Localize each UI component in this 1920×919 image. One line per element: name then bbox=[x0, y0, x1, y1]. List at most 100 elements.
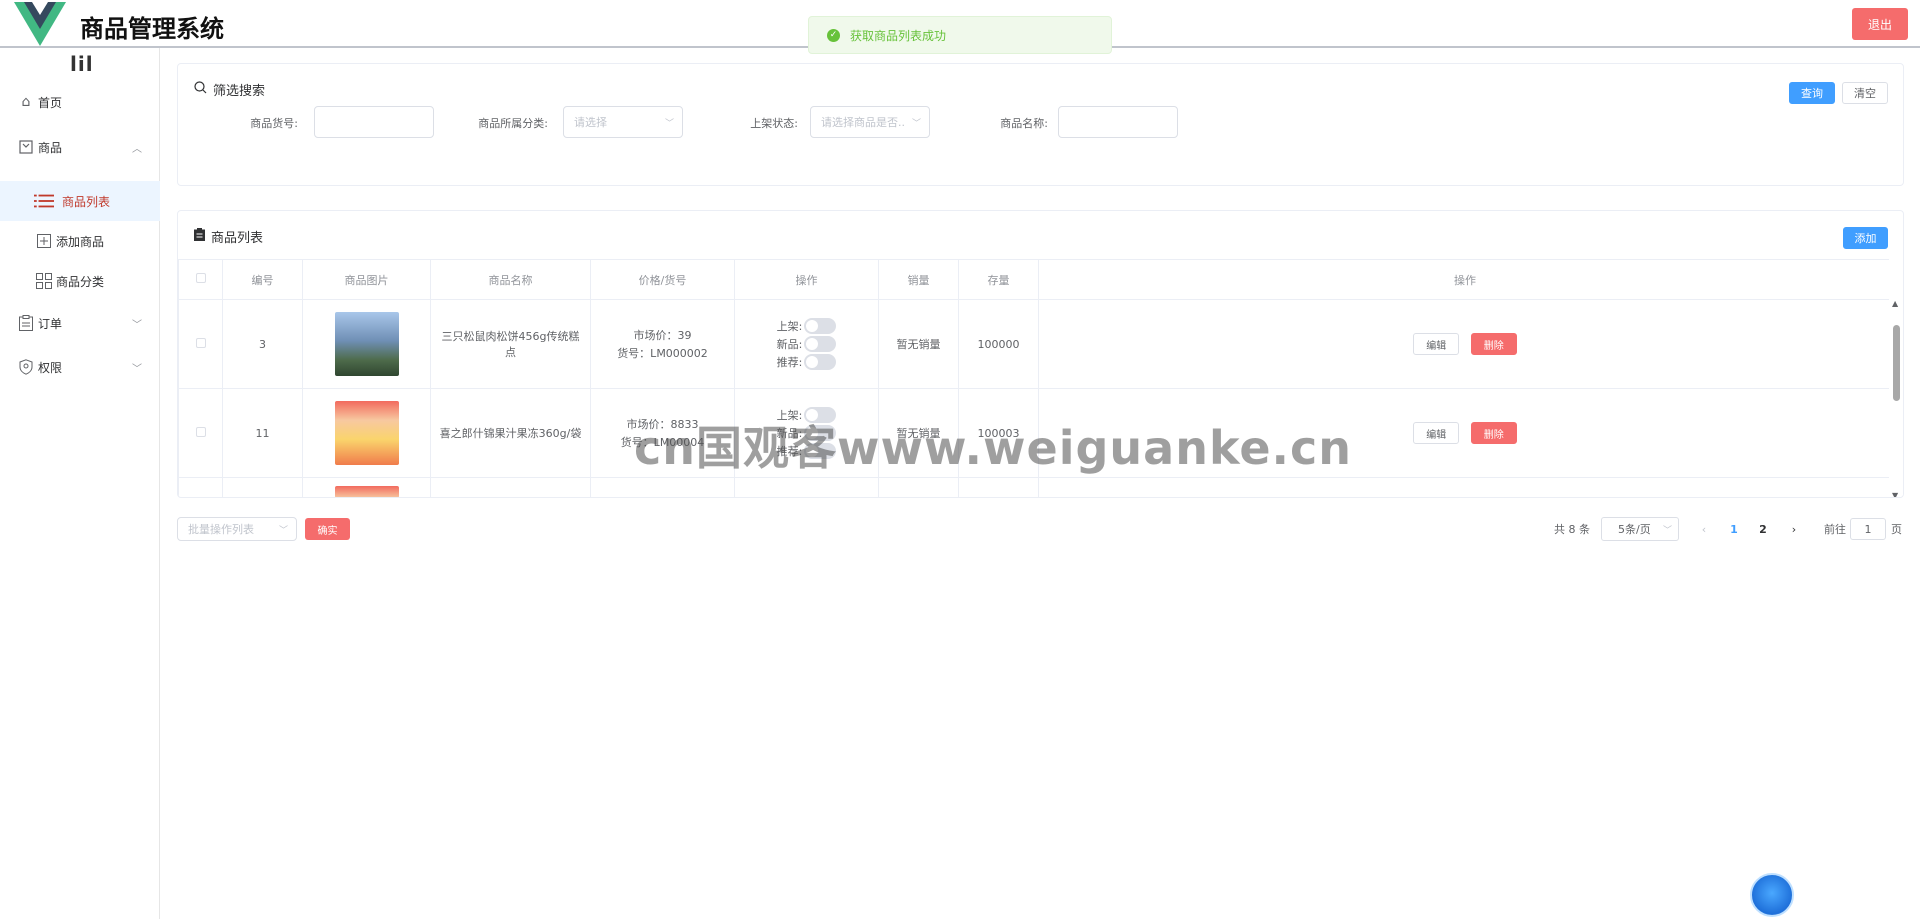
scroll-up-icon[interactable]: ▲ bbox=[1892, 299, 1898, 308]
column-header: 操作 bbox=[1038, 259, 1892, 300]
row-sales bbox=[878, 477, 959, 497]
query-button[interactable]: 查询 bbox=[1789, 82, 1835, 104]
scroll-down-icon[interactable]: ▼ bbox=[1892, 491, 1898, 497]
chevron-down-icon: ﹀ bbox=[911, 118, 921, 129]
sku-input[interactable] bbox=[314, 106, 434, 138]
new-switch[interactable] bbox=[804, 336, 837, 352]
name-label: 商品名称: bbox=[1000, 117, 1048, 130]
status-placeholder: 请选择商品是否.. bbox=[821, 116, 905, 129]
sidebar-subitem-add-product[interactable]: 添加商品 bbox=[0, 221, 160, 261]
clear-button[interactable]: 清空 bbox=[1842, 82, 1888, 104]
sidebar-item-home[interactable]: ⌂ 首页 bbox=[0, 82, 160, 122]
column-header: 编号 bbox=[222, 259, 303, 300]
add-icon bbox=[34, 233, 54, 249]
success-toast: ✓ 获取商品列表成功 bbox=[808, 16, 1112, 54]
select-all-cell[interactable] bbox=[178, 259, 223, 300]
sidebar-item-product[interactable]: 商品 ︿ bbox=[0, 127, 160, 167]
on-shelf-switch[interactable] bbox=[804, 318, 837, 334]
column-header: 销量 bbox=[878, 259, 959, 300]
logout-button[interactable]: 退出 bbox=[1852, 8, 1908, 40]
page-number-2[interactable]: 2 bbox=[1751, 517, 1775, 541]
page-number-1[interactable]: 1 bbox=[1722, 517, 1746, 541]
sidebar-item-label: 权限 bbox=[38, 360, 63, 375]
sidebar-item-label: 商品 bbox=[38, 140, 63, 155]
row-name bbox=[430, 477, 591, 497]
category-select[interactable]: 请选择 ﹀ bbox=[563, 106, 683, 138]
batch-confirm-button[interactable]: 确实 bbox=[305, 518, 350, 540]
next-page-icon[interactable]: › bbox=[1782, 517, 1806, 541]
batch-operation-select[interactable]: 批量操作列表 ﹀ bbox=[177, 517, 297, 541]
edit-button[interactable]: 编辑 bbox=[1413, 422, 1460, 444]
delete-button[interactable]: 删除 bbox=[1470, 422, 1517, 444]
select-all-checkbox[interactable] bbox=[195, 273, 206, 283]
home-icon: ⌂ bbox=[21, 94, 31, 110]
row-select-cell[interactable] bbox=[178, 299, 223, 389]
category-icon bbox=[34, 273, 54, 289]
product-image bbox=[334, 486, 399, 497]
row-id bbox=[222, 477, 303, 497]
row-select-cell[interactable] bbox=[178, 388, 223, 478]
row-select-cell[interactable] bbox=[178, 477, 223, 497]
column-header: 价格/货号 bbox=[590, 259, 735, 300]
chevron-up-icon: ︿ bbox=[132, 143, 142, 155]
product-image bbox=[334, 401, 399, 465]
row-checkbox[interactable] bbox=[195, 426, 206, 437]
row-image-cell bbox=[302, 477, 431, 497]
sidebar-item-order[interactable]: 订单 ﹀ bbox=[0, 303, 160, 343]
status-select[interactable]: 请选择商品是否.. ﹀ bbox=[810, 106, 930, 138]
chevron-down-icon: ﹀ bbox=[132, 363, 142, 375]
table-row bbox=[178, 477, 1892, 497]
sidebar-toggle[interactable]: lil bbox=[70, 52, 94, 76]
goto-prefix: 前往 bbox=[1824, 523, 1846, 536]
edit-button[interactable]: 编辑 bbox=[1413, 333, 1460, 355]
product-price: 市场价：39 bbox=[633, 329, 692, 342]
column-header: 操作 bbox=[734, 259, 879, 300]
sidebar-subitem-category[interactable]: 商品分类 bbox=[0, 261, 160, 301]
search-title: 筛选搜索 bbox=[194, 80, 265, 99]
sidebar: lil ⌂ 首页 商品 ︿ 商品列表 添加商品 商品分类 订单 ﹀ 权限 ﹀ bbox=[0, 48, 160, 919]
total-count: 共 8 条 bbox=[1554, 523, 1590, 536]
clipboard-icon bbox=[194, 228, 205, 245]
column-header: 商品图片 bbox=[302, 259, 431, 300]
app-title: 商品管理系统 bbox=[80, 15, 224, 43]
prev-page-icon[interactable]: ‹ bbox=[1692, 517, 1716, 541]
product-icon bbox=[18, 139, 34, 155]
goto-page-input[interactable]: 1 bbox=[1850, 518, 1886, 540]
toast-message: 获取商品列表成功 bbox=[850, 28, 947, 43]
row-id: 3 bbox=[222, 299, 303, 389]
row-sales: 暂无销量 bbox=[878, 299, 959, 389]
row-name: 喜之郎什锦果汁果冻360g/袋 bbox=[430, 388, 591, 478]
delete-button[interactable]: 删除 bbox=[1470, 333, 1517, 355]
search-icon bbox=[194, 81, 207, 98]
product-name: 三只松鼠肉松饼456g传统糕点 bbox=[441, 330, 580, 359]
add-button[interactable]: 添加 bbox=[1843, 227, 1888, 249]
list-title: 商品列表 bbox=[194, 227, 263, 246]
category-label: 商品所属分类: bbox=[478, 117, 548, 130]
table-scrollbar[interactable]: ▲ ▼ bbox=[1889, 259, 1903, 497]
scrollbar-thumb[interactable] bbox=[1893, 325, 1900, 401]
switch-label: 上架: bbox=[776, 320, 803, 333]
sidebar-subitem-label: 商品列表 bbox=[62, 194, 111, 209]
product-sku: 货号：LM000002 bbox=[617, 347, 708, 360]
sidebar-item-permission[interactable]: 权限 ﹀ bbox=[0, 347, 160, 387]
sidebar-subitem-label: 商品分类 bbox=[56, 274, 105, 289]
recommend-switch[interactable] bbox=[804, 354, 837, 370]
search-title-text: 筛选搜索 bbox=[213, 84, 266, 99]
row-switches-cell bbox=[734, 477, 879, 497]
switch-row: 新品: bbox=[735, 335, 878, 353]
page-size-value: 5条/页 bbox=[1618, 523, 1651, 536]
row-name: 三只松鼠肉松饼456g传统糕点 bbox=[430, 299, 591, 389]
name-input[interactable] bbox=[1058, 106, 1178, 138]
page-size-select[interactable]: 5条/页 ﹀ bbox=[1601, 517, 1679, 541]
floating-assistant-button[interactable] bbox=[1750, 873, 1794, 917]
switch-row: 推荐: bbox=[735, 353, 878, 371]
sidebar-item-label: 订单 bbox=[38, 316, 63, 331]
sidebar-subitem-product-list[interactable]: 商品列表 bbox=[0, 181, 160, 221]
watermark: cn国观客www.weiguanke.cn bbox=[634, 421, 1353, 475]
row-price-cell: 市场价：39 货号：LM000002 bbox=[590, 299, 735, 389]
row-stock: 100000 bbox=[958, 299, 1039, 389]
sidebar-subitem-label: 添加商品 bbox=[56, 234, 105, 249]
row-checkbox[interactable] bbox=[195, 337, 206, 348]
row-switches-cell: 上架: 新品: 推荐: bbox=[734, 299, 879, 389]
row-stock bbox=[958, 477, 1039, 497]
